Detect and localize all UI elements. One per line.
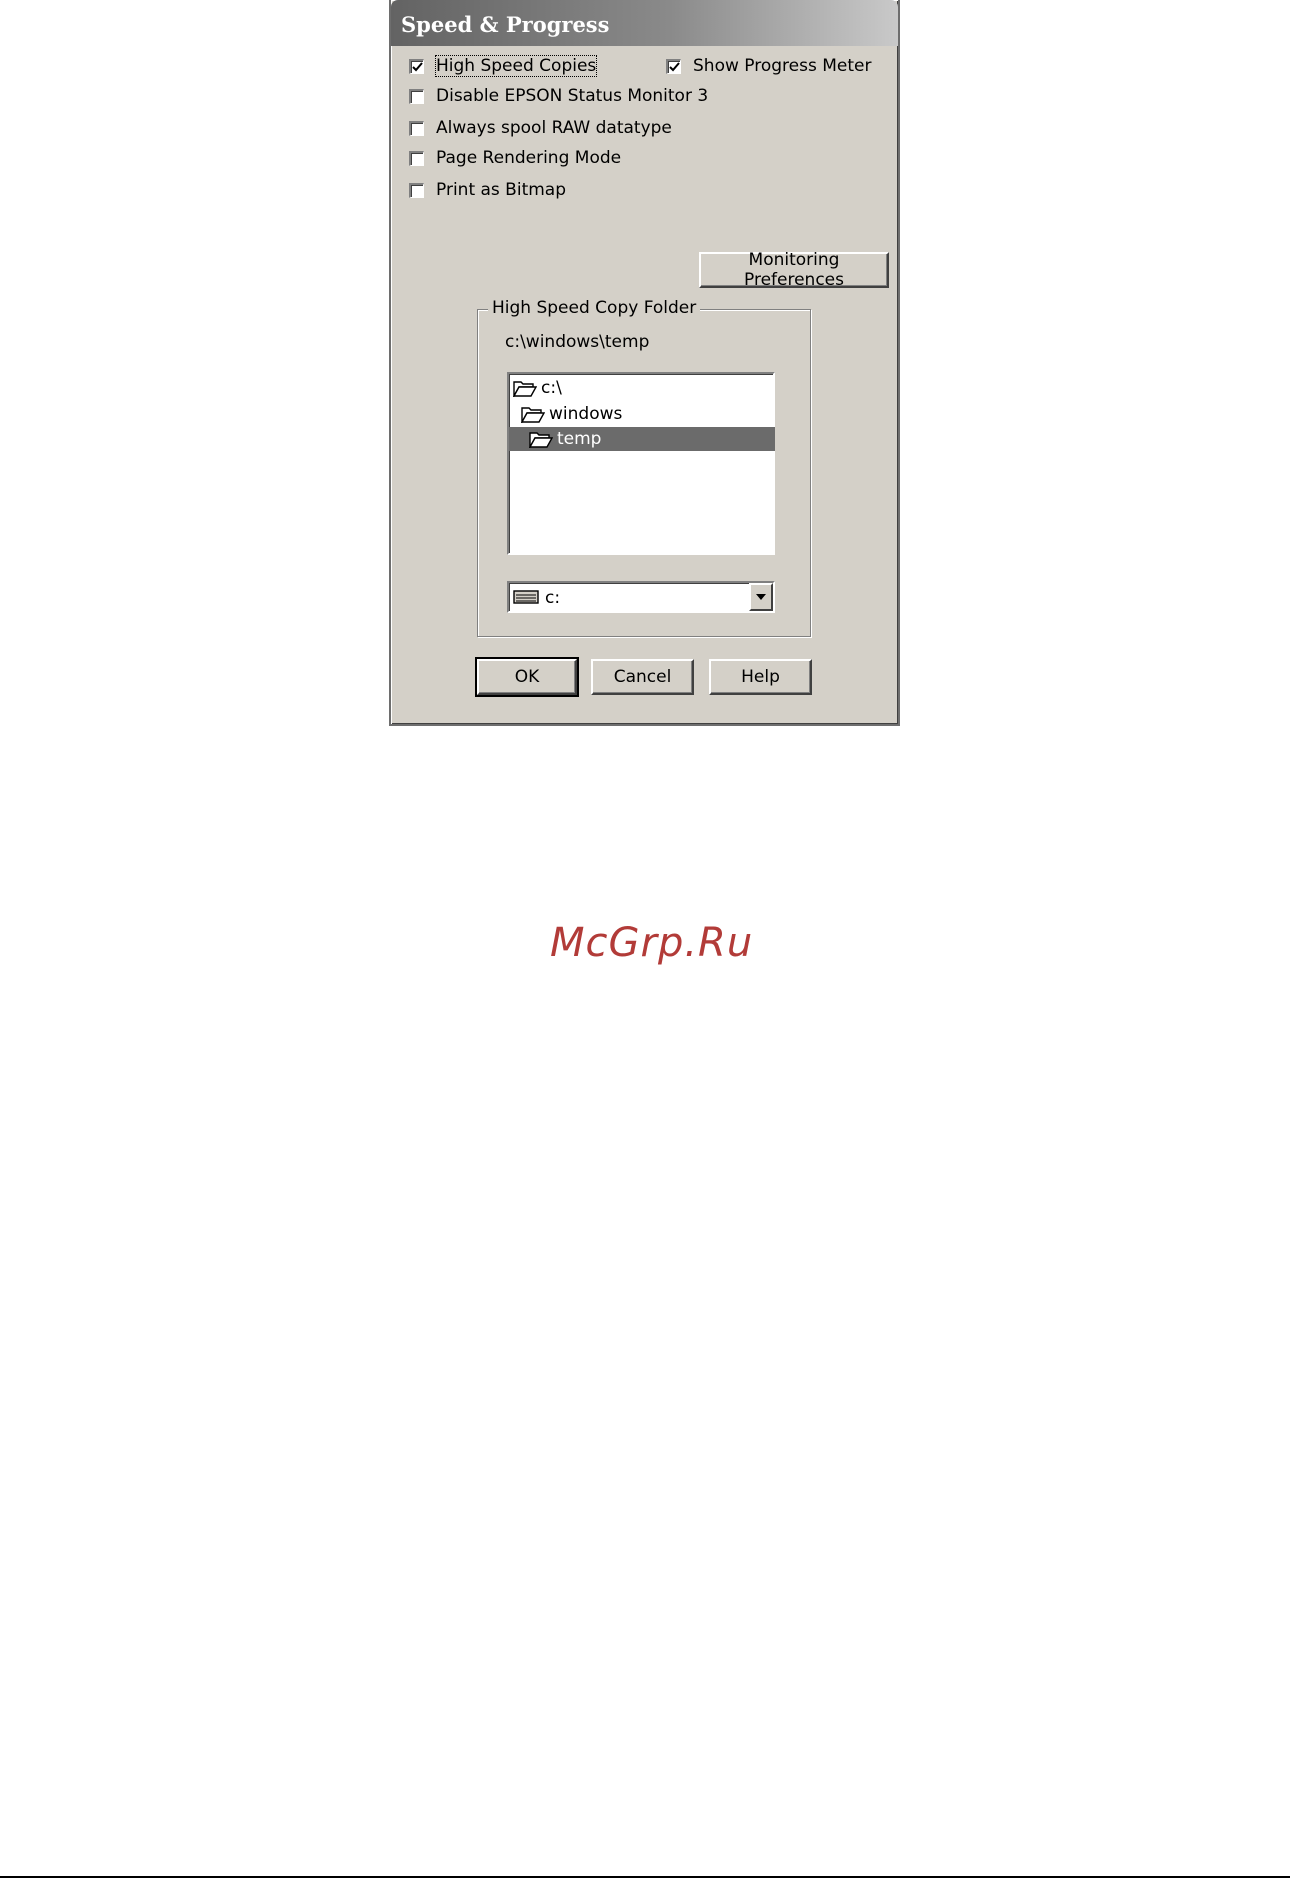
disable-status-monitor-checkbox[interactable]: Disable EPSON Status Monitor 3 (409, 84, 708, 108)
page-rendering-mode-checkbox[interactable]: Page Rendering Mode (409, 146, 621, 170)
tree-item-label: temp (557, 429, 602, 449)
drive-value: c: (545, 588, 561, 608)
high-speed-copies-checkbox[interactable]: High Speed Copies (409, 54, 598, 78)
watermark-text: McGrp.Ru (550, 920, 754, 966)
checkbox-box[interactable] (409, 150, 424, 166)
chevron-down-icon (756, 594, 766, 600)
show-progress-meter-checkbox[interactable]: Show Progress Meter (666, 54, 871, 78)
tree-item-label: c:\ (541, 378, 562, 398)
checkbox-box[interactable] (666, 58, 681, 74)
always-spool-raw-checkbox[interactable]: Always spool RAW datatype (409, 116, 672, 140)
checkbox-label: Always spool RAW datatype (436, 118, 672, 138)
speed-progress-dialog: Speed & Progress High Speed Copies Disab… (389, 0, 900, 726)
checkbox-label: Print as Bitmap (436, 180, 567, 200)
open-folder-icon (513, 381, 537, 397)
open-folder-icon (521, 407, 545, 423)
checkbox-label: High Speed Copies (434, 55, 598, 77)
checkbox-box[interactable] (409, 88, 424, 104)
dialog-title: Speed & Progress (401, 12, 610, 37)
checkbox-box[interactable] (409, 120, 424, 136)
drive-select[interactable]: c: (507, 581, 775, 613)
current-path: c:\windows\temp (505, 332, 650, 352)
tree-item-label: windows (549, 404, 623, 424)
title-bar[interactable]: Speed & Progress (391, 0, 898, 46)
open-folder-icon (529, 432, 553, 448)
footer-divider (0, 1876, 1290, 1878)
help-button[interactable]: Help (709, 659, 812, 695)
checkbox-box[interactable] (409, 182, 424, 198)
checkbox-box[interactable] (409, 58, 424, 74)
drive-icon (513, 590, 539, 604)
group-label: High Speed Copy Folder (488, 298, 701, 318)
tree-item-temp[interactable]: temp (509, 427, 775, 451)
folder-tree[interactable]: c:\ windows temp (507, 372, 775, 555)
checkbox-label: Page Rendering Mode (436, 148, 622, 168)
tree-item-c-root[interactable]: c:\ (513, 376, 562, 400)
print-as-bitmap-checkbox[interactable]: Print as Bitmap (409, 178, 566, 202)
checkbox-label: Disable EPSON Status Monitor 3 (436, 86, 709, 106)
ok-button[interactable]: OK (475, 657, 579, 697)
checkbox-label: Show Progress Meter (693, 56, 872, 76)
tree-item-windows[interactable]: windows (521, 402, 622, 426)
dropdown-button[interactable] (749, 583, 773, 611)
cancel-button[interactable]: Cancel (591, 659, 694, 695)
monitoring-preferences-button[interactable]: Monitoring Preferences (699, 250, 889, 290)
